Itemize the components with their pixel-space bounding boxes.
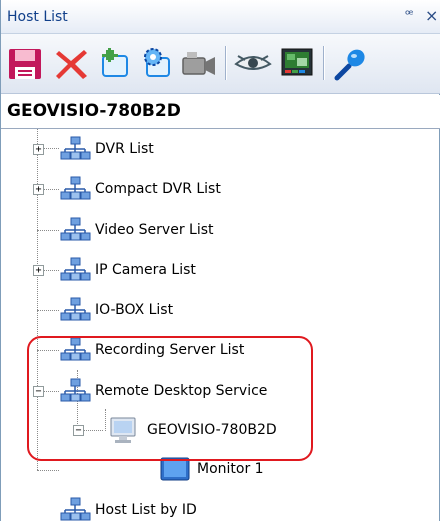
expand-icon[interactable]: + — [33, 144, 44, 155]
tree-line — [105, 409, 106, 431]
network-group-icon — [59, 216, 91, 244]
tree-item-label: GEOVISIO-780B2D — [147, 422, 277, 438]
toolbar-separator — [225, 46, 227, 80]
close-icon[interactable]: × — [425, 6, 438, 25]
panel-title: Host List — [7, 9, 68, 25]
tree-line — [37, 310, 59, 311]
network-group-icon — [59, 336, 91, 364]
delete-icon[interactable] — [51, 46, 91, 82]
toolbar — [1, 34, 440, 94]
network-group-icon — [59, 496, 91, 524]
expand-icon[interactable]: + — [33, 184, 44, 195]
monitor-icon — [159, 455, 191, 483]
tree-item-label: DVR List — [95, 141, 154, 157]
tree-line — [37, 129, 38, 470]
view-eye-icon[interactable] — [233, 46, 273, 82]
settings-icon[interactable] — [137, 46, 177, 82]
expand-icon[interactable]: + — [33, 265, 44, 276]
network-group-icon — [59, 377, 91, 405]
tree-item-label: Host List by ID — [95, 502, 197, 518]
host-name-header: GEOVISIO-780B2D — [1, 95, 440, 129]
host-list-panel: Host List ꟹ × GEOVISIO-780B2D + DVR List… — [0, 0, 440, 521]
collapse-icon[interactable]: − — [73, 425, 84, 436]
tree-item-label: Monitor 1 — [197, 461, 264, 477]
tree-item-label: IP Camera List — [95, 262, 196, 278]
microphone-icon[interactable] — [331, 46, 371, 82]
computer-icon — [107, 416, 139, 444]
network-group-icon — [59, 256, 91, 284]
tree-line — [37, 230, 59, 231]
save-icon[interactable] — [5, 46, 45, 82]
tree-item-label: Compact DVR List — [95, 181, 221, 197]
panel-titlebar: Host List ꟹ × — [1, 0, 440, 34]
collapse-icon[interactable]: − — [33, 386, 44, 397]
tree-item-label: Video Server List — [95, 222, 214, 238]
tree-item-label: IO-BOX List — [95, 302, 174, 318]
pin-icon[interactable]: ꟹ — [405, 8, 413, 23]
add-host-icon[interactable] — [95, 46, 135, 82]
network-group-icon — [59, 135, 91, 163]
tree-item-label: Recording Server List — [95, 342, 245, 358]
tree-item-label: Remote Desktop Service — [95, 383, 268, 399]
network-group-icon — [59, 175, 91, 203]
monitor-display-icon[interactable] — [277, 46, 317, 82]
network-group-icon — [59, 296, 91, 324]
tree-line — [37, 350, 59, 351]
host-tree: + DVR List + Compact DVR List Video Server L… — [1, 129, 440, 521]
camera-icon[interactable] — [179, 46, 219, 82]
toolbar-separator — [323, 46, 325, 80]
tree-line — [37, 470, 59, 471]
